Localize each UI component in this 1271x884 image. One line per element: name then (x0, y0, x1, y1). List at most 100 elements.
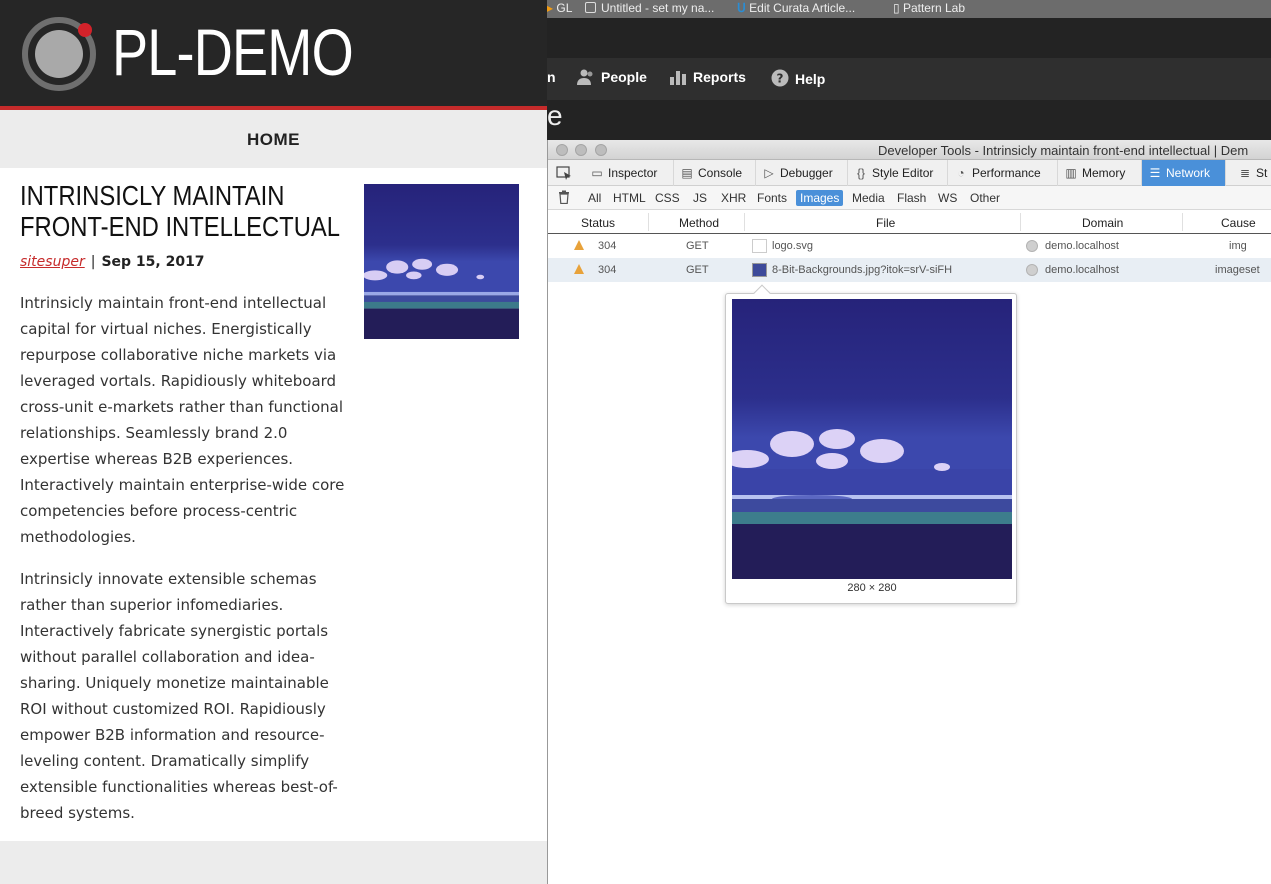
filter-xhr[interactable]: XHR (717, 190, 750, 206)
console-icon: ▤ (681, 166, 693, 180)
author-link[interactable]: sitesuper (20, 254, 85, 270)
site-header: PL-DEMO (0, 0, 547, 110)
article-title: INTRINSICLY MAINTAIN FRONT-END INTELLECT… (20, 180, 341, 242)
network-filter-bar: All HTML CSS JS XHR Fonts Images Media F… (548, 186, 1271, 210)
column-divider (1020, 213, 1021, 231)
image-dimensions: 280 × 280 (847, 582, 897, 594)
meta-separator: | (90, 254, 96, 270)
filter-flash[interactable]: Flash (893, 190, 930, 206)
image-preview (732, 299, 1012, 579)
article-meta: sitesuper | Sep 15, 2017 (20, 254, 205, 270)
zoom-window-button[interactable] (595, 144, 607, 156)
page-icon (585, 2, 596, 13)
column-status[interactable]: Status (581, 216, 615, 230)
article-paragraph: Intrinsicly maintain front-end intellect… (20, 294, 345, 546)
column-divider (744, 213, 745, 231)
network-icon: ☰ (1149, 166, 1161, 180)
filter-fonts[interactable]: Fonts (753, 190, 791, 206)
row-domain: demo.localhost (1045, 240, 1119, 252)
devtools-tabbar: ▭ Inspector ▤ Console ▷ Debugger {} Style Ed… (548, 160, 1271, 186)
bookmarks-bar: ▸ GL Untitled - set my na... ᑌ Edit Cura… (547, 0, 1271, 18)
tab-storage[interactable]: ≣ St (1232, 160, 1271, 186)
row-method: GET (686, 240, 709, 252)
nav-home-link[interactable]: HOME (0, 130, 547, 150)
image-thumbnail-icon (752, 263, 767, 277)
article-paragraph: Intrinsicly innovate extensible schemas … (20, 570, 338, 822)
menu-item-people[interactable]: People (577, 69, 647, 85)
column-file[interactable]: File (876, 216, 895, 230)
filter-html[interactable]: HTML (609, 190, 650, 206)
site-logo-icon[interactable] (21, 16, 97, 92)
menu-item-partial[interactable]: n (547, 69, 556, 85)
bar-chart-icon (670, 71, 686, 85)
devtools-titlebar: Developer Tools - Intrinsicly maintain f… (548, 140, 1271, 160)
file-thumbnail-icon (752, 239, 767, 253)
menu-item-reports[interactable]: Reports (669, 69, 746, 85)
storage-icon: ≣ (1239, 166, 1251, 180)
braces-icon: {} (856, 166, 865, 180)
close-window-button[interactable] (556, 144, 568, 156)
app-toolbar (547, 18, 1271, 58)
article-image (364, 184, 519, 339)
minimize-window-button[interactable] (575, 144, 587, 156)
element-picker-icon[interactable] (556, 165, 572, 181)
tab-style-editor[interactable]: {} Style Editor (848, 160, 948, 186)
bookmark-item[interactable]: ▸ GL (547, 1, 572, 15)
people-icon (577, 69, 593, 85)
app-menu: n People Reports ? Help (547, 58, 1271, 100)
inspector-icon: ▭ (591, 166, 603, 180)
bookmark-icon: ▸ (547, 1, 554, 15)
curata-icon: ᑌ (737, 1, 746, 15)
filter-all[interactable]: All (584, 190, 605, 206)
warning-icon (574, 264, 584, 274)
row-cause: imageset (1215, 264, 1260, 276)
row-method: GET (686, 264, 709, 276)
row-domain: demo.localhost (1045, 264, 1119, 276)
filter-other[interactable]: Other (966, 190, 1004, 206)
bookmark-item[interactable]: ᑌ Edit Curata Article... (737, 1, 855, 15)
table-row[interactable]: 304 GET 8-Bit-Backgrounds.jpg?itok=srV-s… (548, 258, 1271, 282)
request-table-header: Status Method File Domain Cause (548, 210, 1271, 234)
devtools-window: Developer Tools - Intrinsicly maintain f… (547, 140, 1271, 884)
filter-css[interactable]: CSS (651, 190, 684, 206)
column-method[interactable]: Method (679, 216, 719, 230)
devtools-title: Developer Tools - Intrinsicly maintain f… (878, 143, 1249, 158)
image-preview-tooltip: 280 × 280 (725, 284, 1017, 604)
menu-item-help[interactable]: ? Help (771, 69, 825, 87)
filter-js[interactable]: JS (689, 190, 711, 206)
row-file: 8-Bit-Backgrounds.jpg?itok=srV-siFH (772, 264, 953, 276)
gauge-icon: ◔ (957, 166, 965, 180)
filter-images[interactable]: Images (796, 190, 844, 206)
globe-icon (1026, 240, 1038, 252)
debugger-icon: ▷ (764, 166, 774, 180)
filter-ws[interactable]: WS (934, 190, 961, 206)
tab-console[interactable]: ▤ Console (674, 160, 756, 186)
document-icon: ▯ (893, 1, 900, 15)
article-date: Sep 15, 2017 (101, 254, 205, 270)
bookmark-item[interactable]: Untitled - set my na... (585, 1, 714, 15)
tab-inspector[interactable]: ▭ Inspector (584, 160, 674, 186)
column-divider (1182, 213, 1183, 231)
site-name[interactable]: PL-DEMO (112, 12, 354, 92)
column-cause[interactable]: Cause (1221, 216, 1256, 230)
row-status: 304 (598, 264, 617, 276)
table-row[interactable]: 304 GET logo.svg demo.localhost img (548, 234, 1271, 258)
globe-icon (1026, 264, 1038, 276)
svg-text:?: ? (777, 72, 784, 86)
help-icon: ? (771, 69, 789, 87)
tab-debugger[interactable]: ▷ Debugger (756, 160, 848, 186)
article: INTRINSICLY MAINTAIN FRONT-END INTELLECT… (0, 168, 547, 841)
column-domain[interactable]: Domain (1082, 216, 1123, 230)
trash-icon[interactable] (558, 190, 570, 204)
tab-performance[interactable]: ◔ Performance (948, 160, 1058, 186)
filter-media[interactable]: Media (848, 190, 889, 206)
site-nav: HOME (0, 110, 547, 168)
row-file: logo.svg (772, 240, 813, 252)
tab-memory[interactable]: ▥ Memory (1058, 160, 1142, 186)
row-status: 304 (598, 240, 617, 252)
tab-network[interactable]: ☰ Network (1142, 160, 1226, 186)
memory-icon: ▥ (1065, 166, 1077, 180)
column-divider (648, 213, 649, 231)
website-page: PL-DEMO HOME INTRINSICLY MAINTAIN FRONT-… (0, 0, 547, 884)
bookmark-item[interactable]: ▯ Pattern Lab (893, 1, 965, 15)
